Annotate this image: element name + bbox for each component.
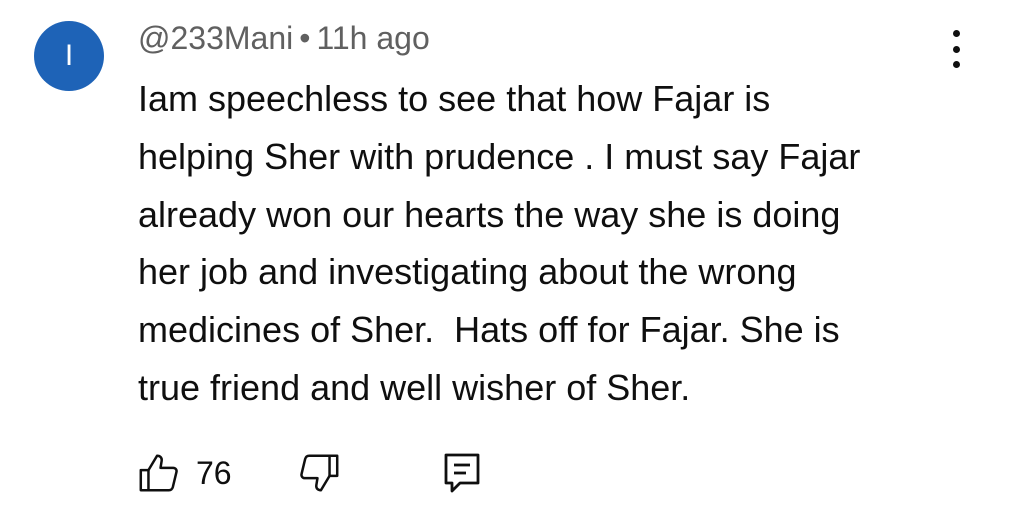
avatar-letter: I (64, 39, 74, 72)
avatar[interactable]: I (34, 21, 104, 91)
comment-body-line: medicines of Sher. Hats off for Fajar. S… (138, 309, 840, 351)
like-button[interactable]: 76 (136, 448, 232, 498)
comment-item: I @233Mani • 11h ago Iam speechless to see… (0, 0, 1024, 514)
comment-body-line: Iam speechless to see that how Fajar is (138, 78, 771, 119)
reply-button[interactable] (442, 448, 482, 498)
more-options-button[interactable] (940, 24, 972, 74)
comment-body-line: true friend and well wisher of Sher. (138, 366, 691, 408)
comment-actions: 76 (136, 448, 536, 498)
meta-separator: • (299, 20, 311, 56)
comment-body: Iam speechless to see that how Fajar is … (138, 70, 938, 417)
author-name[interactable]: @233Mani (138, 20, 293, 56)
thumbs-down-icon (300, 454, 339, 492)
comment-body-line: already won our hearts the way she is do… (138, 193, 841, 235)
more-vertical-icon (952, 30, 960, 37)
comment-timestamp: 11h ago (316, 20, 430, 56)
comment-body-line: helping Sher with prudence . I must say … (138, 135, 861, 177)
like-count: 76 (196, 454, 232, 491)
reply-comment-icon (444, 453, 480, 493)
comment-body-line: her job and investigating about the wron… (138, 251, 797, 293)
dislike-button[interactable] (296, 448, 342, 498)
comment-header: @233Mani • 11h ago (138, 16, 430, 60)
thumbs-up-icon (139, 454, 178, 492)
